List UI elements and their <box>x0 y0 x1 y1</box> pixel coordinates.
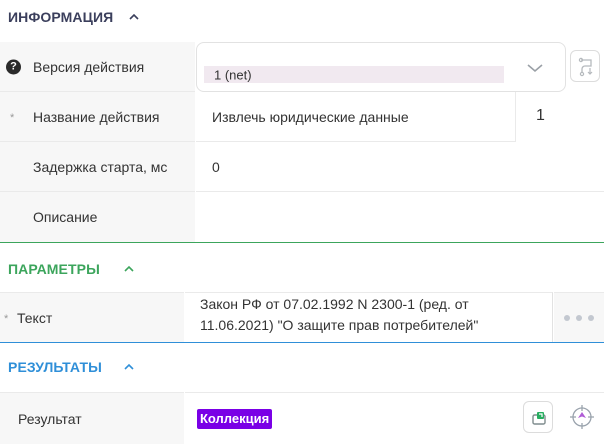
section-params-title: ПАРАМЕТРЫ <box>8 261 100 277</box>
section-results-title: РЕЗУЛЬТАТЫ <box>8 359 102 375</box>
name-label-cell: * Название действия <box>0 92 195 142</box>
delay-value: 0 <box>212 158 220 175</box>
text-value-line1: Закон РФ от 07.02.1992 N 2300-1 (ред. от <box>200 296 469 312</box>
result-label: Результат <box>18 410 82 427</box>
delay-label: Задержка старта, мс <box>33 158 168 175</box>
description-row: Описание <box>0 192 604 242</box>
text-label-cell: * Текст <box>0 292 184 342</box>
version-label-cell: ? Версия действия <box>0 42 195 92</box>
delay-row: Задержка старта, мс 0 <box>0 142 604 192</box>
params-divider <box>0 242 604 243</box>
required-marker: * <box>4 313 9 325</box>
chevron-up-icon[interactable] <box>122 262 136 276</box>
name-input[interactable]: Извлечь юридические данные <box>196 92 516 142</box>
description-label-cell: Описание <box>0 192 195 242</box>
section-info-header[interactable]: ИНФОРМАЦИЯ <box>0 0 604 34</box>
version-value-field: 1 (net) <box>204 66 504 83</box>
text-label: Текст <box>17 309 53 326</box>
name-row: * Название действия Извлечь юридические … <box>0 92 604 142</box>
variable-path-icon <box>578 57 593 77</box>
required-marker: * <box>10 112 15 124</box>
chevron-up-icon[interactable] <box>122 360 136 374</box>
result-value-cell[interactable]: Коллекция <box>185 392 604 444</box>
delay-label-cell: Задержка старта, мс <box>0 142 195 192</box>
description-input[interactable] <box>196 192 604 242</box>
text-row: * Текст Закон РФ от 07.02.1992 N 2300-1 … <box>0 292 604 342</box>
chevron-down-icon[interactable] <box>525 61 545 75</box>
export-button[interactable] <box>523 401 553 433</box>
text-more-button[interactable] <box>554 292 604 342</box>
target-icon[interactable] <box>569 404 595 430</box>
version-row: ? Версия действия 1 (net) <box>0 42 604 92</box>
version-select[interactable]: 1 (net) <box>196 42 566 92</box>
name-value: Извлечь юридические данные <box>212 108 409 125</box>
chevron-up-icon[interactable] <box>127 10 141 24</box>
ellipsis-icon <box>564 315 594 321</box>
results-divider <box>0 342 604 343</box>
text-value-line2: 11.06.2021) "О защите прав потребителей" <box>200 317 479 333</box>
version-label: Версия действия <box>33 58 145 75</box>
section-params-header[interactable]: ПАРАМЕТРЫ <box>0 252 604 286</box>
question-circle-icon[interactable]: ? <box>6 59 21 74</box>
name-counter: 1 <box>536 107 545 124</box>
variable-path-button[interactable] <box>570 50 600 82</box>
result-label-cell: Результат <box>0 392 184 444</box>
result-type-badge: Коллекция <box>197 409 273 429</box>
version-value: 1 (net) <box>214 67 252 82</box>
section-info-title: ИНФОРМАЦИЯ <box>8 9 114 25</box>
delay-input[interactable]: 0 <box>196 142 604 192</box>
section-results-header[interactable]: РЕЗУЛЬТАТЫ <box>0 350 604 384</box>
text-value: Закон РФ от 07.02.1992 N 2300-1 (ред. от… <box>200 294 478 336</box>
result-row: Результат Коллекция <box>0 392 604 444</box>
text-input[interactable]: Закон РФ от 07.02.1992 N 2300-1 (ред. от… <box>185 292 553 342</box>
export-icon <box>532 412 546 425</box>
description-label: Описание <box>33 209 98 225</box>
name-label: Название действия <box>33 108 160 125</box>
